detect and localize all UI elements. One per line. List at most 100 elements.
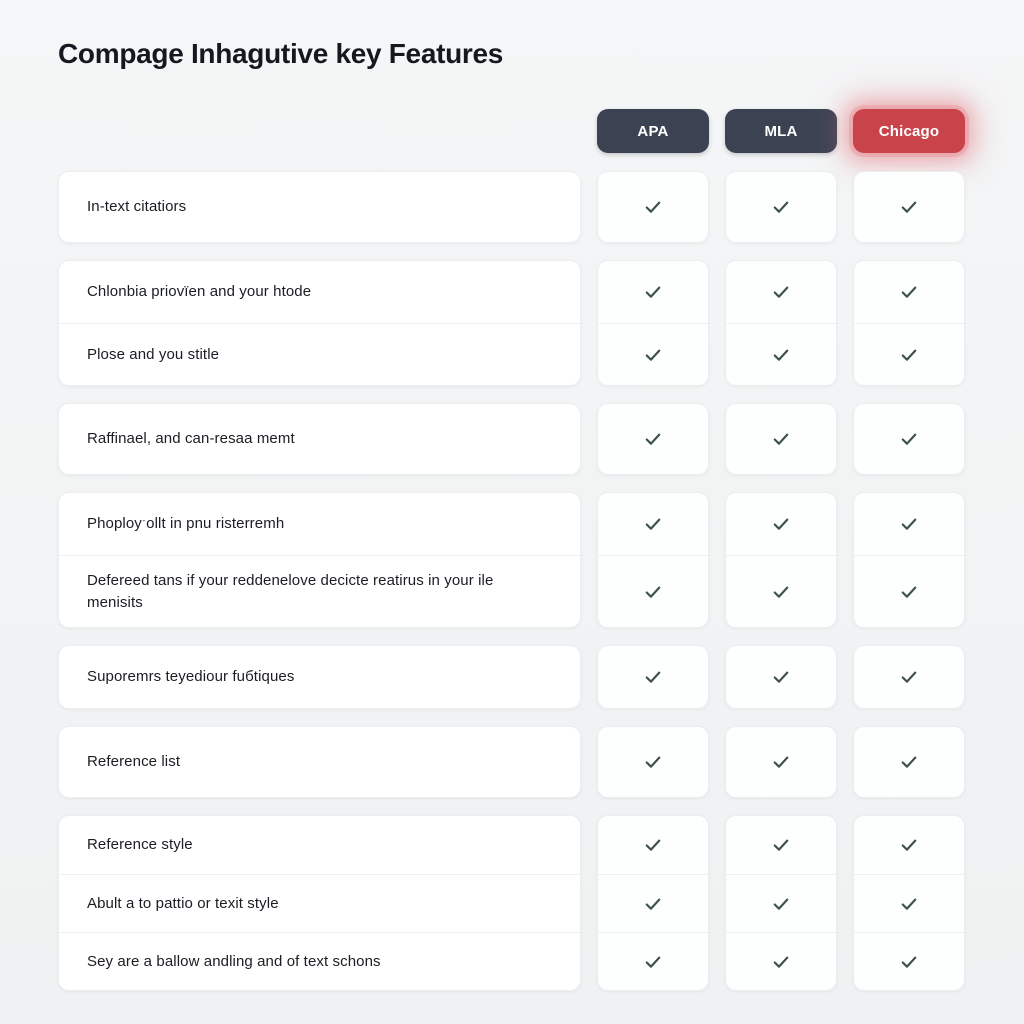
check-icon — [901, 286, 917, 298]
support-cell[interactable] — [854, 261, 964, 323]
feature-group: Reference list — [58, 726, 966, 798]
check-column-mla — [725, 492, 837, 628]
support-cell[interactable] — [598, 932, 708, 990]
check-icon — [773, 898, 789, 910]
check-icon — [645, 898, 661, 910]
support-cell[interactable] — [726, 555, 836, 627]
check-icon — [645, 518, 661, 530]
check-icon — [773, 756, 789, 768]
check-column-mla — [725, 726, 837, 798]
feature-label: Suporemrs teyediour fuбtiques — [87, 668, 295, 686]
feature-label: Abult a to pattio or texit style — [59, 874, 580, 932]
check-icon — [773, 201, 789, 213]
check-column-chicago — [853, 492, 965, 628]
support-cell[interactable] — [854, 816, 964, 874]
style-column-header-apa[interactable]: APA — [597, 109, 709, 153]
feature-comparison-grid: In-text citatiors Chlonbia priovïen and y… — [58, 171, 966, 991]
support-cell[interactable] — [598, 404, 708, 474]
check-column-apa — [597, 726, 709, 798]
check-icon — [645, 201, 661, 213]
support-cell[interactable] — [854, 874, 964, 932]
support-cell[interactable] — [726, 816, 836, 874]
support-cell[interactable] — [598, 323, 708, 385]
support-cell[interactable] — [726, 932, 836, 990]
check-column-mla — [725, 645, 837, 709]
style-column-header-row: APA MLA Chicago — [597, 109, 966, 153]
feature-label-card: Reference style Abult a to pattio or texi… — [58, 815, 581, 991]
support-cell[interactable] — [726, 323, 836, 385]
check-column-mla — [725, 171, 837, 243]
check-icon — [773, 349, 789, 361]
feature-label: Reference style — [87, 836, 193, 854]
comparison-page: Compage Inhagutive key Features APA MLA Ch… — [0, 0, 1024, 1024]
check-icon — [901, 671, 917, 683]
support-cell[interactable] — [598, 727, 708, 797]
check-icon — [773, 956, 789, 968]
support-cell[interactable] — [854, 727, 964, 797]
style-column-header-chicago[interactable]: Chicago — [853, 109, 965, 153]
support-cell[interactable] — [598, 493, 708, 555]
support-cell[interactable] — [726, 727, 836, 797]
check-column-chicago — [853, 260, 965, 386]
feature-group: Suporemrs teyediour fuбtiques — [58, 645, 966, 709]
check-column-chicago — [853, 815, 965, 991]
support-cell[interactable] — [854, 932, 964, 990]
page-title: Compage Inhagutive key Features — [58, 38, 504, 69]
check-column-chicago — [853, 171, 965, 243]
support-cell[interactable] — [854, 172, 964, 242]
support-cell[interactable] — [854, 323, 964, 385]
support-cell[interactable] — [598, 646, 708, 708]
support-cell[interactable] — [598, 816, 708, 874]
check-column-mla — [725, 403, 837, 475]
feature-label: Phoployˑollt in pnu risterremh — [87, 515, 285, 533]
support-cell[interactable] — [726, 172, 836, 242]
check-icon — [901, 756, 917, 768]
check-icon — [645, 956, 661, 968]
support-cell[interactable] — [726, 404, 836, 474]
check-icon — [645, 349, 661, 361]
check-icon — [645, 756, 661, 768]
check-column-apa — [597, 492, 709, 628]
check-icon — [901, 518, 917, 530]
support-cell[interactable] — [854, 493, 964, 555]
check-icon — [773, 286, 789, 298]
support-cell[interactable] — [854, 404, 964, 474]
check-icon — [901, 433, 917, 445]
check-icon — [901, 956, 917, 968]
style-column-header-mla[interactable]: MLA — [725, 109, 837, 153]
support-cell[interactable] — [726, 874, 836, 932]
feature-label: Chlonbia priovïen and your htode — [87, 283, 312, 301]
check-column-chicago — [853, 726, 965, 798]
support-cell[interactable] — [854, 646, 964, 708]
feature-group: Raffinael, and can-resaa memt — [58, 403, 966, 475]
feature-group: Reference style Abult a to pattio or texi… — [58, 815, 966, 991]
check-icon — [773, 433, 789, 445]
feature-label-card: Suporemrs teyediour fuбtiques — [58, 645, 581, 709]
check-icon — [901, 201, 917, 213]
support-cell[interactable] — [726, 646, 836, 708]
support-cell[interactable] — [598, 172, 708, 242]
feature-label-card: Chlonbia priovïen and your htode Plose an… — [58, 260, 581, 386]
support-cell[interactable] — [726, 261, 836, 323]
feature-label: Reference list — [87, 753, 181, 771]
check-column-apa — [597, 815, 709, 991]
check-icon — [773, 518, 789, 530]
support-cell[interactable] — [598, 261, 708, 323]
check-icon — [773, 671, 789, 683]
feature-label: Defereed tans if your reddenelove decict… — [59, 555, 580, 627]
check-icon — [901, 349, 917, 361]
feature-label: In-text citatiors — [87, 198, 187, 216]
feature-group: In-text citatiors — [58, 171, 966, 243]
support-cell[interactable] — [854, 555, 964, 627]
check-column-mla — [725, 815, 837, 991]
check-column-apa — [597, 171, 709, 243]
support-cell[interactable] — [598, 874, 708, 932]
check-column-apa — [597, 645, 709, 709]
check-icon — [645, 671, 661, 683]
support-cell[interactable] — [726, 493, 836, 555]
check-icon — [901, 898, 917, 910]
feature-label-card: Phoployˑollt in pnu risterremh Defereed t… — [58, 492, 581, 628]
support-cell[interactable] — [598, 555, 708, 627]
check-icon — [773, 586, 789, 598]
check-icon — [645, 286, 661, 298]
